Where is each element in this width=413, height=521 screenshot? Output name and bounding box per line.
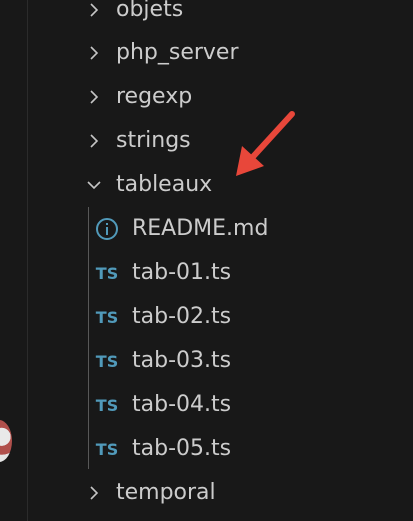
folder-regexp[interactable]: regexp — [28, 75, 413, 119]
avatar[interactable] — [0, 420, 12, 462]
activity-bar — [0, 0, 28, 521]
file-tab-05[interactable]: TS tab-05.ts — [28, 427, 413, 471]
file-readme[interactable]: README.md — [28, 207, 413, 251]
file-label: tab-04.ts — [132, 392, 232, 417]
file-label: tab-01.ts — [132, 260, 232, 285]
folder-label: strings — [116, 128, 191, 153]
file-tab-04[interactable]: TS tab-04.ts — [28, 383, 413, 427]
file-tab-03[interactable]: TS tab-03.ts — [28, 339, 413, 383]
info-icon — [94, 217, 120, 241]
ts-icon: TS — [95, 395, 119, 415]
file-tab-01[interactable]: TS tab-01.ts — [28, 251, 413, 295]
file-label: tab-02.ts — [132, 304, 232, 329]
folder-label: php_server — [116, 40, 239, 65]
folder-strings[interactable]: strings — [28, 119, 413, 163]
folder-objets[interactable]: objets — [28, 0, 413, 32]
ts-icon: TS — [95, 439, 119, 459]
file-explorer: objets php_server regexp strings tableau… — [28, 0, 413, 521]
ts-icon: TS — [95, 307, 119, 327]
file-tab-02[interactable]: TS tab-02.ts — [28, 295, 413, 339]
folder-label: tableaux — [116, 172, 213, 197]
ts-icon: TS — [95, 351, 119, 371]
folder-label: objets — [116, 0, 184, 22]
chevron-right-icon — [90, 3, 99, 17]
chevron-right-icon — [90, 486, 99, 500]
chevron-right-icon — [90, 90, 99, 104]
folder-temporal[interactable]: temporal — [28, 471, 413, 515]
file-label: README.md — [132, 216, 269, 241]
folder-tableaux[interactable]: tableaux — [28, 163, 413, 207]
file-label: tab-05.ts — [132, 436, 232, 461]
folder-php-server[interactable]: php_server — [28, 31, 413, 75]
ts-icon: TS — [95, 263, 119, 283]
folder-label: regexp — [116, 84, 193, 109]
file-label: tab-03.ts — [132, 348, 232, 373]
chevron-down-icon — [87, 181, 101, 190]
folder-label: temporal — [116, 480, 216, 505]
chevron-right-icon — [90, 134, 99, 148]
chevron-right-icon — [90, 46, 99, 60]
